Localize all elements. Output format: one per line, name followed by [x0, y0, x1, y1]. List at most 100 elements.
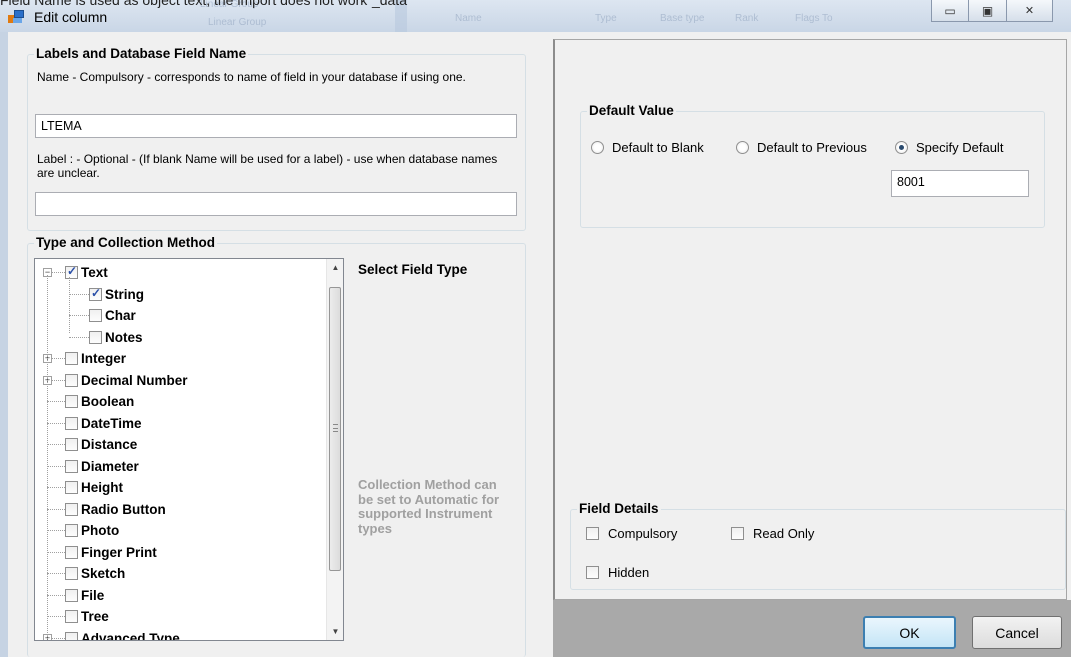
- checkbox-icon: [586, 566, 599, 579]
- checkbox-icon[interactable]: [65, 264, 78, 279]
- tree-connector: [47, 530, 65, 531]
- radio-label: Specify Default: [916, 140, 1004, 155]
- radio-default-blank[interactable]: Default to Blank: [591, 140, 704, 155]
- close-button[interactable]: ✕: [1007, 0, 1053, 22]
- tree-item[interactable]: File: [65, 585, 104, 606]
- tree-connector: [47, 594, 65, 596]
- checkbox-icon[interactable]: [65, 588, 78, 602]
- label-input[interactable]: [35, 192, 517, 216]
- radio-specify-default[interactable]: Specify Default: [895, 140, 1003, 155]
- background-header: Type: [595, 13, 617, 24]
- tree-item-label: Tree: [81, 609, 109, 624]
- clipped-background-text: Field Name is used as object text, the i…: [0, 0, 412, 8]
- tree-item-label: Notes: [105, 329, 143, 345]
- checkbox-label: Hidden: [608, 565, 650, 580]
- checkbox-icon[interactable]: [65, 631, 78, 640]
- tree-item[interactable]: Decimal Number: [65, 370, 188, 391]
- tree-item[interactable]: Photo: [65, 520, 119, 541]
- checkbox-icon[interactable]: [65, 459, 78, 473]
- default-value-group: Default Value Default to Blank Default t…: [580, 103, 1045, 228]
- read-only-checkbox[interactable]: Read Only: [731, 526, 814, 541]
- window-frame-left: [0, 32, 8, 657]
- tree-item-label: Char: [105, 308, 136, 323]
- tree-item-label: Sketch: [81, 566, 126, 581]
- labels-group-title: Labels and Database Field Name: [34, 46, 249, 61]
- checkbox-icon[interactable]: [89, 309, 102, 322]
- checkbox-icon[interactable]: [65, 502, 78, 516]
- cancel-button[interactable]: Cancel: [972, 616, 1062, 649]
- checkbox-icon[interactable]: [65, 524, 78, 537]
- background-header: Flags To: [795, 13, 833, 24]
- checkbox-icon[interactable]: [65, 567, 78, 580]
- tree-item[interactable]: Integer: [65, 348, 126, 369]
- field-details-title: Field Details: [577, 501, 661, 516]
- checkbox-icon: [731, 527, 744, 540]
- window-controls: ▭ ▣ ✕: [931, 0, 1053, 22]
- background-header: Name: [455, 13, 482, 24]
- ok-button[interactable]: OK: [863, 616, 956, 649]
- radio-icon: [591, 141, 604, 154]
- title-bar[interactable]: Linear Group Linear Group Name Type Base…: [0, 0, 1071, 32]
- tree-item[interactable]: Char: [89, 305, 136, 326]
- tree-item[interactable]: Notes: [89, 327, 143, 348]
- tree-scrollbar[interactable]: ▲ ▼: [326, 259, 343, 640]
- radio-icon: [736, 141, 749, 154]
- tree-item-label: Radio Button: [81, 501, 166, 517]
- app-icon[interactable]: [8, 10, 24, 24]
- tree-item[interactable]: Radio Button: [65, 499, 166, 520]
- default-value-input[interactable]: 8001: [891, 170, 1029, 197]
- scroll-down-arrow-icon[interactable]: ▼: [327, 623, 343, 640]
- radio-default-previous[interactable]: Default to Previous: [736, 140, 867, 155]
- checkbox-icon[interactable]: [89, 286, 102, 301]
- select-field-type-label: Select Field Type: [358, 262, 468, 277]
- tree-connector: [47, 487, 65, 488]
- checkbox-icon[interactable]: [65, 395, 78, 408]
- close-icon: ✕: [1024, 5, 1035, 17]
- checkbox-icon[interactable]: [65, 373, 78, 387]
- tree-item[interactable]: Sketch: [65, 563, 125, 584]
- tree-item[interactable]: Diameter: [65, 456, 139, 477]
- radio-selected-icon: [895, 141, 908, 154]
- checkbox-icon[interactable]: [65, 545, 78, 559]
- checkbox-icon: [586, 527, 599, 540]
- tree-item-label: Finger Print: [81, 544, 157, 560]
- tree-connector: [47, 422, 65, 424]
- tree-item[interactable]: Distance: [65, 434, 137, 455]
- minimize-button[interactable]: ▭: [931, 0, 969, 22]
- tree-item[interactable]: Height: [65, 477, 123, 498]
- compulsory-checkbox[interactable]: Compulsory: [586, 526, 677, 541]
- tree-item[interactable]: Advanced Type: [65, 628, 180, 641]
- checkbox-icon[interactable]: [65, 481, 78, 494]
- tree-item-label: String: [105, 286, 144, 302]
- checkbox-icon[interactable]: [89, 330, 102, 344]
- checkbox-icon[interactable]: [65, 438, 78, 451]
- scroll-thumb[interactable]: [329, 287, 341, 571]
- dialog-client-area: Labels and Database Field Name Name - Co…: [0, 32, 1071, 657]
- background-header: Base type: [660, 13, 705, 24]
- background-header: Linear Group: [208, 17, 267, 28]
- name-help-text: Name - Compulsory - corresponds to name …: [37, 70, 466, 84]
- tree-connector: [69, 315, 89, 316]
- collection-method-hint: Collection Method can be set to Automati…: [358, 477, 500, 536]
- labels-group: Labels and Database Field Name Name - Co…: [27, 46, 526, 231]
- hidden-checkbox[interactable]: Hidden: [586, 565, 649, 580]
- tree-item[interactable]: Tree: [65, 606, 109, 627]
- checkbox-label: Compulsory: [608, 526, 678, 541]
- tree-item-label: Advanced Type: [81, 630, 180, 641]
- tree-item[interactable]: Boolean: [65, 391, 134, 412]
- checkbox-icon[interactable]: [65, 610, 78, 623]
- tree-item-label: Decimal Number: [81, 372, 188, 388]
- maximize-button[interactable]: ▣: [969, 0, 1007, 22]
- tree-item[interactable]: String: [89, 284, 144, 305]
- tree-item[interactable]: Finger Print: [65, 542, 157, 563]
- window-title: Edit column: [34, 9, 108, 25]
- tree-trunk: [47, 275, 48, 640]
- tree-item[interactable]: DateTime: [65, 413, 142, 434]
- button-bar: OK Cancel: [553, 600, 1071, 657]
- name-input[interactable]: LTEMA: [35, 114, 517, 138]
- tree-item[interactable]: Text: [65, 262, 108, 283]
- field-type-tree[interactable]: −TextStringCharNotes+Integer+Decimal Num…: [34, 258, 344, 641]
- checkbox-icon[interactable]: [65, 352, 78, 365]
- checkbox-icon[interactable]: [65, 416, 78, 430]
- scroll-up-arrow-icon[interactable]: ▲: [327, 259, 343, 276]
